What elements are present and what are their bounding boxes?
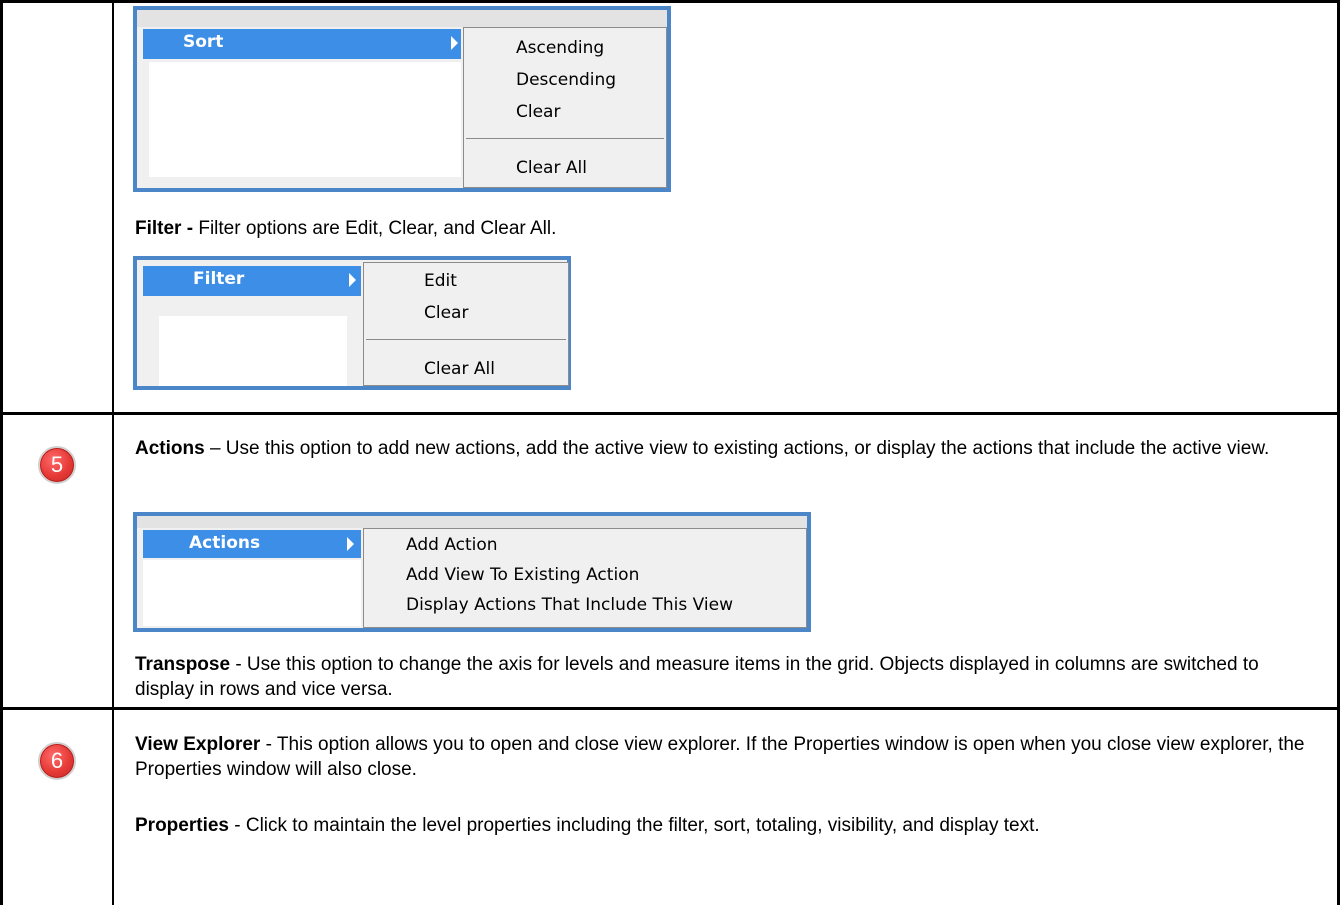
submenu-arrow-icon	[451, 36, 458, 50]
sort-submenu: Ascending Descending Clear Clear All	[463, 27, 667, 188]
actions-term: Actions	[135, 438, 205, 459]
table-column-divider	[112, 0, 114, 905]
actions-description: – Use this option to add new actions, ad…	[204, 438, 1270, 459]
actions-submenu: Add Action Add View To Existing Action D…	[363, 528, 807, 628]
table-top-border	[0, 0, 1340, 3]
sort-menu-item[interactable]: Sort	[143, 29, 461, 59]
filter-clear-item[interactable]: Clear	[424, 303, 468, 323]
submenu-arrow-icon	[347, 537, 354, 551]
actions-menu-item[interactable]: Actions	[143, 530, 361, 558]
document-table: Sort Ascending Descending Clear Clear Al…	[0, 0, 1340, 905]
filter-term: Filter -	[135, 218, 194, 239]
filter-paragraph: Filter - Filter options are Edit, Clear,…	[135, 216, 1315, 241]
properties-paragraph: Properties - Click to maintain the level…	[135, 813, 1315, 838]
actions-paragraph: Actions – Use this option to add new act…	[135, 436, 1315, 461]
filter-menu-item[interactable]: Filter	[143, 266, 361, 296]
sort-menu-screenshot: Sort Ascending Descending Clear Clear Al…	[133, 6, 671, 192]
sort-descending-item[interactable]: Descending	[516, 70, 616, 90]
view-explorer-description: - This option allows you to open and clo…	[135, 734, 1305, 780]
view-explorer-paragraph: View Explorer - This option allows you t…	[135, 732, 1315, 782]
sort-menu-label: Sort	[183, 32, 224, 52]
filter-menu-separator	[366, 339, 566, 340]
sort-clear-all-item[interactable]: Clear All	[516, 158, 587, 178]
filter-menu-screenshot: Filter Edit Clear Clear All	[133, 256, 571, 390]
filter-edit-item[interactable]: Edit	[424, 271, 457, 291]
properties-term: Properties	[135, 815, 229, 836]
table-row-divider-5	[0, 412, 1340, 415]
add-action-item[interactable]: Add Action	[406, 535, 498, 555]
display-actions-item[interactable]: Display Actions That Include This View	[406, 595, 733, 615]
transpose-paragraph: Transpose - Use this option to change th…	[135, 652, 1315, 702]
add-view-to-existing-action-item[interactable]: Add View To Existing Action	[406, 565, 639, 585]
sort-menu-separator	[466, 138, 664, 139]
sort-ascending-item[interactable]: Ascending	[516, 38, 604, 58]
grid-area	[149, 62, 461, 177]
submenu-arrow-icon	[349, 273, 356, 287]
table-left-border	[0, 0, 3, 905]
filter-clear-all-item[interactable]: Clear All	[424, 359, 495, 379]
table-row-divider-6	[0, 707, 1340, 710]
properties-description: - Click to maintain the level properties…	[228, 815, 1040, 836]
actions-menu-screenshot: Actions Add Action Add View To Existing …	[133, 512, 811, 632]
sort-clear-item[interactable]: Clear	[516, 102, 560, 122]
grid-area	[159, 316, 347, 386]
grid-header-strip	[137, 10, 667, 27]
filter-description: Filter options are Edit, Clear, and Clea…	[193, 218, 557, 239]
transpose-term: Transpose	[135, 654, 231, 675]
step-5-badge-icon: 5	[38, 446, 76, 484]
grid-header-strip	[137, 516, 807, 528]
filter-submenu: Edit Clear Clear All	[363, 262, 569, 386]
transpose-description: - Use this option to change the axis for…	[135, 654, 1259, 700]
actions-menu-label: Actions	[189, 533, 261, 553]
step-6-badge-icon: 6	[38, 742, 76, 780]
view-explorer-term: View Explorer	[135, 734, 261, 755]
grid-area	[143, 560, 361, 626]
filter-menu-label: Filter	[193, 269, 245, 289]
